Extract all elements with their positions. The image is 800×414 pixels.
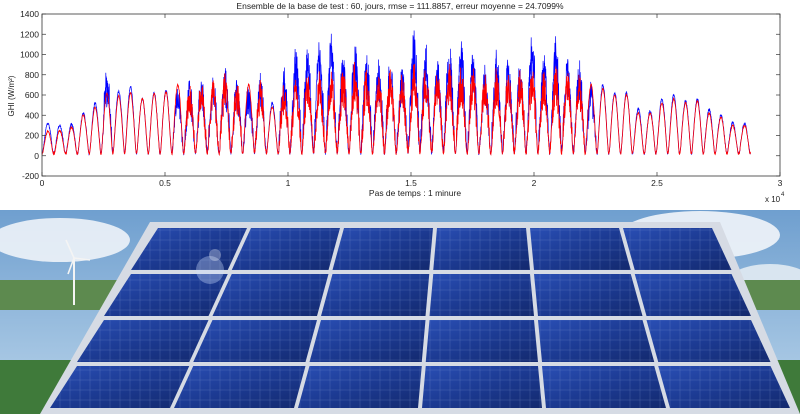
solar-panel-array [40, 222, 800, 414]
series-layer [41, 30, 751, 157]
chart-title: Ensemble de la base de test : 60, jours,… [236, 1, 564, 11]
solar-cell-grid [425, 320, 538, 362]
solar-cell-grid [538, 320, 655, 362]
chart-panel: Ensemble de la base de test : 60, jours,… [0, 0, 800, 210]
solar-cell-grid [298, 366, 422, 408]
solar-cell-grid [309, 320, 426, 362]
series-line-measured [41, 30, 751, 156]
solar-cell-grid [433, 228, 530, 270]
x-multiplier-exp: 4 [781, 192, 785, 198]
solar-cell-grid [193, 320, 317, 362]
x-tick-label: 2 [532, 178, 537, 188]
y-tick-label: 200 [25, 131, 39, 141]
x-tick-label: 3 [778, 178, 783, 188]
ghi-chart: Ensemble de la base de test : 60, jours,… [7, 1, 785, 204]
y-tick-label: 1400 [20, 9, 39, 19]
y-tick-label: 1000 [20, 50, 39, 60]
x-multiplier-label: x 10 [765, 195, 781, 204]
solar-cell-grid [422, 366, 542, 408]
y-tick-label: 800 [25, 70, 39, 80]
x-tick-label: 2.5 [651, 178, 663, 188]
y-tick-label: 0 [34, 151, 39, 161]
lens-flare [196, 256, 224, 284]
x-tick-label: 1 [286, 178, 291, 188]
solar-cell-grid [658, 366, 790, 408]
lens-flare [209, 249, 221, 261]
x-tick-label: 0.5 [159, 178, 171, 188]
y-tick-label: -200 [22, 171, 39, 181]
x-tick-label: 1.5 [405, 178, 417, 188]
solar-cell-grid [542, 366, 666, 408]
x-tick-label: 0 [40, 178, 45, 188]
solar-cell-grid [332, 228, 433, 270]
y-axis-label: GHI (W/m²) [7, 75, 16, 116]
solar-panel-illustration [0, 210, 800, 414]
solar-cell-grid [212, 274, 329, 316]
solar-cell-grid [646, 320, 771, 362]
solar-cell-grid [530, 228, 631, 270]
solar-cell-grid [534, 274, 643, 316]
y-tick-label: 400 [25, 110, 39, 120]
solar-panel-photo [0, 210, 800, 414]
solar-cell-grid [634, 274, 751, 316]
series-line-predicted [41, 61, 751, 157]
solar-cell-grid [429, 274, 534, 316]
x-axis-label: Pas de temps : 1 minure [369, 188, 461, 198]
solar-cell-grid [321, 274, 430, 316]
y-tick-label: 600 [25, 90, 39, 100]
solar-cell-grid [174, 366, 306, 408]
y-tick-label: 1200 [20, 29, 39, 39]
